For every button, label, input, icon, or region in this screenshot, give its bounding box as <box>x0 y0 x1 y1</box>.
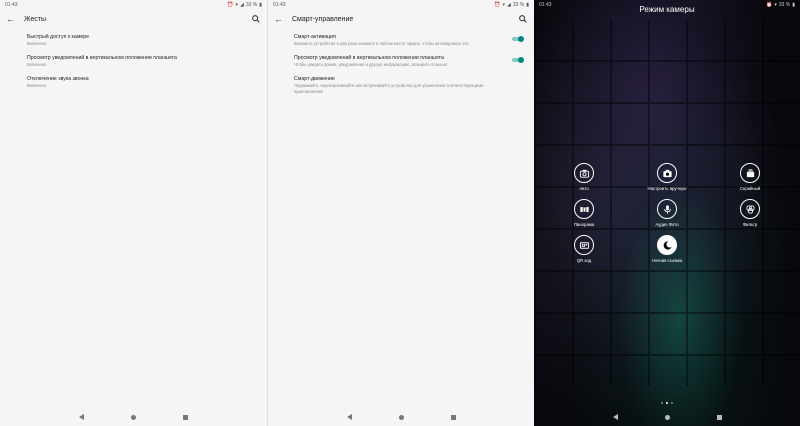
app-bar: ← Жесты <box>0 9 267 29</box>
item-title: Просмотр уведомлений в вертикальном поло… <box>27 55 177 61</box>
mode-label: QR код <box>576 258 592 263</box>
alarm-icon: ⏰ <box>494 1 501 8</box>
search-icon[interactable] <box>518 14 528 24</box>
filter-icon <box>740 199 760 219</box>
list-item[interactable]: Смарт-активация Возьмите устройство и дв… <box>294 34 524 50</box>
mode-label: Панорама <box>573 222 595 227</box>
list-item[interactable]: Просмотр уведомлений в вертикальном поло… <box>27 55 257 71</box>
alarm-icon: ⏰ <box>227 1 234 8</box>
nav-home-icon[interactable] <box>664 414 670 420</box>
item-subtitle: Включено <box>27 83 47 88</box>
settings-list: Быстрый доступ к камере Включено Просмот… <box>0 34 267 92</box>
status-bar: 01:43 ⏰ ▾ ◢ 33 % ▮ <box>0 0 267 9</box>
microphone-icon <box>657 199 677 219</box>
status-time: 01:43 <box>273 1 286 8</box>
mode-auto[interactable]: Авто <box>554 163 614 191</box>
qr-code-icon <box>574 235 594 255</box>
item-title: Смарт-движение <box>294 76 335 82</box>
signal-icon: ◢ <box>239 1 244 8</box>
item-title: Отключение звука звонка <box>27 76 89 82</box>
moon-icon <box>657 235 677 255</box>
item-subtitle: Поднимайте, переворачивайте или встряхив… <box>294 83 484 94</box>
page-title: Смарт-управление <box>292 15 354 23</box>
page-indicator <box>534 402 800 404</box>
manual-camera-icon <box>657 163 677 183</box>
mode-label: Ночная съемка <box>651 258 683 263</box>
list-item[interactable]: Отключение звука звонка Включено <box>27 76 257 92</box>
mode-filter[interactable]: Фильтр <box>720 199 780 227</box>
smart-control-screen: 01:43 ⏰ ▾ ◢ 33 % ▮ ← Смарт-управление См… <box>267 0 534 426</box>
nav-recents-icon[interactable] <box>450 414 456 420</box>
item-subtitle: Чтобы увидеть время, уведомления и другу… <box>294 62 448 67</box>
status-battery: 33 % <box>245 1 258 8</box>
mode-night[interactable]: Ночная съемка <box>637 235 697 263</box>
battery-icon: ▮ <box>526 1 529 8</box>
battery-icon: ▮ <box>259 1 262 8</box>
toggle-knob <box>518 57 524 63</box>
burst-icon <box>740 163 760 183</box>
nav-recents-icon[interactable] <box>716 414 722 420</box>
toggle-knob <box>518 36 524 42</box>
page-dot-active <box>666 402 668 404</box>
mode-manual[interactable]: Настроить вручную <box>637 163 697 191</box>
item-title: Быстрый доступ к камере <box>27 34 90 40</box>
status-bar: 01:43 ⏰ ▾ ◢ 33 % ▮ <box>268 0 534 9</box>
mode-label: Фильтр <box>742 222 758 227</box>
status-time: 01:43 <box>5 1 18 8</box>
item-title: Просмотр уведомлений в вертикальном поло… <box>294 55 444 61</box>
mode-audio-photo[interactable]: Аудио Фото <box>637 199 697 227</box>
mode-qr-code[interactable]: QR код <box>554 235 614 263</box>
wifi-icon: ▾ <box>235 1 238 8</box>
item-subtitle: Включено <box>27 41 47 46</box>
navigation-bar <box>268 408 534 426</box>
page-title: Режим камеры <box>639 5 695 14</box>
nav-home-icon[interactable] <box>398 414 404 420</box>
search-icon[interactable] <box>251 14 261 24</box>
app-bar: ← Смарт-управление <box>268 9 534 29</box>
list-item[interactable]: Смарт-движение Поднимайте, переворачивай… <box>294 76 524 94</box>
item-subtitle: Возьмите устройство и два раза нажмите в… <box>294 41 469 46</box>
signal-icon: ◢ <box>506 1 511 8</box>
mode-panorama[interactable]: Панорама <box>554 199 614 227</box>
camera-mode-screen: 01:43 ⏰ ▾ 33 % ▮ Режим камеры Авто Настр… <box>534 0 800 426</box>
nav-back-icon[interactable] <box>346 414 352 420</box>
back-arrow-icon[interactable]: ← <box>6 14 18 24</box>
page-dot <box>671 402 673 404</box>
list-item[interactable]: Быстрый доступ к камере Включено <box>27 34 257 50</box>
nav-back-icon[interactable] <box>78 414 84 420</box>
camera-icon <box>574 163 594 183</box>
wifi-icon: ▾ <box>502 1 505 8</box>
settings-list: Смарт-активация Возьмите устройство и дв… <box>268 34 534 94</box>
notification-preview-toggle[interactable] <box>512 57 524 63</box>
navigation-bar <box>534 408 800 426</box>
nav-recents-icon[interactable] <box>183 414 189 420</box>
list-item[interactable]: Просмотр уведомлений в вертикальном поло… <box>294 55 524 71</box>
gestures-screen: 01:43 ⏰ ▾ ◢ 33 % ▮ ← Жесты Быстрый досту… <box>0 0 267 426</box>
mode-label: Аудио Фото <box>655 222 679 227</box>
navigation-bar <box>0 408 267 426</box>
page-dot <box>661 402 663 404</box>
nav-home-icon[interactable] <box>130 414 136 420</box>
mode-label: Серийный <box>739 186 761 191</box>
back-arrow-icon[interactable]: ← <box>274 14 286 24</box>
mode-label: Настроить вручную <box>647 186 687 191</box>
item-title: Смарт-активация <box>294 34 336 40</box>
nav-back-icon[interactable] <box>612 414 618 420</box>
item-subtitle: Включено <box>27 62 47 67</box>
page-title: Жесты <box>24 15 47 23</box>
mode-label: Авто <box>579 186 589 191</box>
smart-activation-toggle[interactable] <box>512 36 524 42</box>
mode-burst[interactable]: Серийный <box>720 163 780 191</box>
panorama-icon <box>574 199 594 219</box>
status-battery: 33 % <box>512 1 525 8</box>
